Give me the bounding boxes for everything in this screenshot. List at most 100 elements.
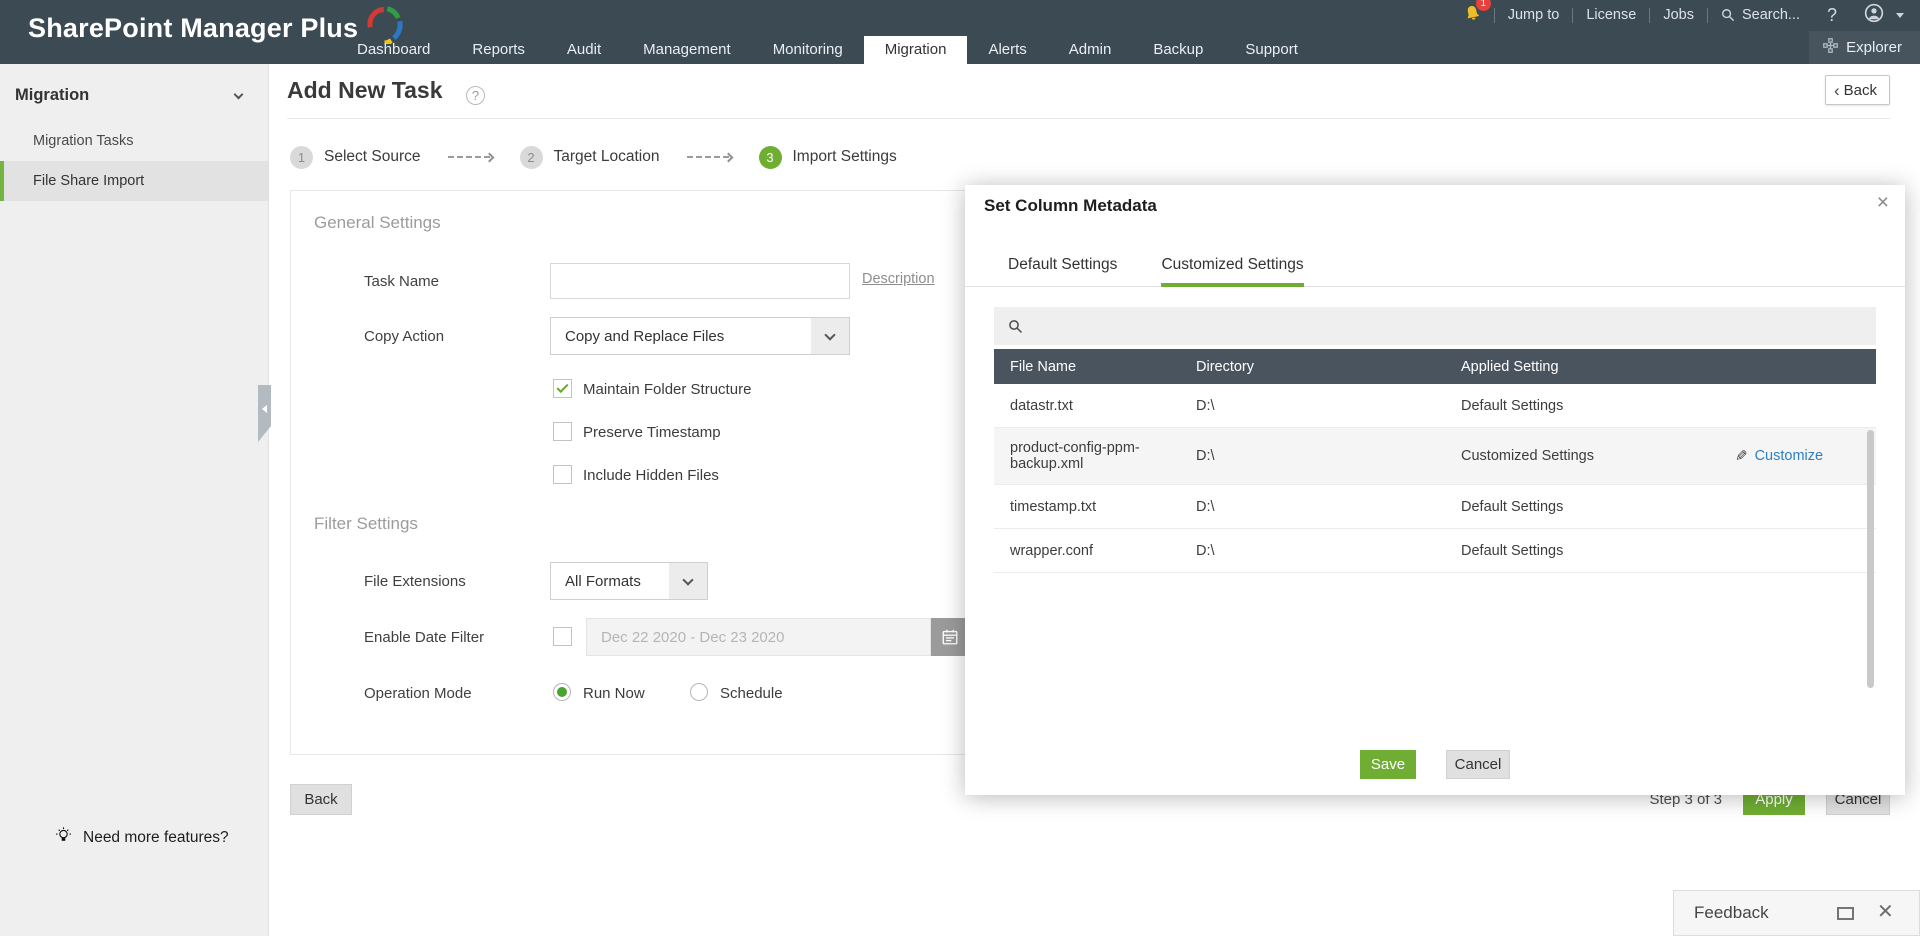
enable-date-filter-label: Enable Date Filter xyxy=(364,629,484,646)
radio-dot xyxy=(557,687,567,697)
back-button-top[interactable]: ‹ Back xyxy=(1825,75,1890,105)
user-account-menu[interactable] xyxy=(1851,3,1912,27)
description-link[interactable]: Description xyxy=(862,271,935,287)
step-label: Import Settings xyxy=(793,148,897,166)
sidebar-section-title: Migration xyxy=(15,86,89,105)
nav-admin[interactable]: Admin xyxy=(1048,36,1133,64)
enable-date-filter-checkbox[interactable] xyxy=(553,627,572,646)
nav-support[interactable]: Support xyxy=(1224,36,1319,64)
include-hidden-files-label: Include Hidden Files xyxy=(583,467,719,484)
dialog-cancel-button[interactable]: Cancel xyxy=(1446,750,1510,779)
maintain-folder-structure-label: Maintain Folder Structure xyxy=(583,381,751,398)
chevron-down-icon xyxy=(1896,13,1904,18)
cell-directory: D:\ xyxy=(1180,543,1445,559)
search-icon xyxy=(1721,8,1735,22)
dialog-title: Set Column Metadata xyxy=(984,196,1157,216)
dialog-footer: Save Cancel xyxy=(965,750,1905,779)
help-button[interactable]: ? xyxy=(1813,5,1851,26)
step-number: 1 xyxy=(290,146,313,169)
cell-file-name: wrapper.conf xyxy=(994,543,1180,559)
main-nav: Dashboard Reports Audit Management Monit… xyxy=(336,36,1319,64)
run-now-radio[interactable] xyxy=(553,683,571,701)
set-column-metadata-dialog: Set Column Metadata × Default Settings C… xyxy=(965,185,1905,795)
cell-file-name: timestamp.txt xyxy=(994,499,1180,515)
nav-audit[interactable]: Audit xyxy=(546,36,622,64)
search-input[interactable] xyxy=(1031,307,1876,345)
task-name-label: Task Name xyxy=(364,273,439,290)
need-more-features[interactable]: Need more features? xyxy=(0,826,268,850)
nav-reports[interactable]: Reports xyxy=(451,36,546,64)
nav-backup[interactable]: Backup xyxy=(1132,36,1224,64)
nav-migration[interactable]: Migration xyxy=(864,36,968,64)
search-label: Search... xyxy=(1742,7,1800,23)
feedback-widget: Feedback ✕ xyxy=(1673,890,1920,936)
jobs-menu[interactable]: Jobs xyxy=(1650,7,1707,23)
col-applied-setting: Applied Setting xyxy=(1445,359,1719,375)
back-button-bottom[interactable]: Back xyxy=(290,784,352,815)
copy-action-select[interactable]: Copy and Replace Files xyxy=(550,317,850,355)
cell-directory: D:\ xyxy=(1180,499,1445,515)
close-icon[interactable]: ✕ xyxy=(1877,899,1894,924)
cell-directory: D:\ xyxy=(1180,448,1445,464)
maximize-icon[interactable] xyxy=(1837,907,1854,920)
page-help-icon[interactable]: ? xyxy=(466,86,485,105)
page-title: Add New Task xyxy=(287,77,443,104)
lightbulb-icon xyxy=(55,826,72,850)
customize-link[interactable]: Customize xyxy=(1755,448,1824,464)
sidebar-item-migration-tasks[interactable]: Migration Tasks xyxy=(0,121,268,161)
table-row[interactable]: wrapper.conf D:\ Default Settings xyxy=(994,529,1876,573)
header-utilities: 1 Jump to License Jobs Search... ? xyxy=(1451,0,1912,30)
table-row[interactable]: datastr.txt D:\ Default Settings xyxy=(994,384,1876,428)
wizard-steps: 1 Select Source 2 Target Location 3 Impo… xyxy=(290,144,897,170)
tab-default-settings[interactable]: Default Settings xyxy=(1008,243,1117,286)
license-menu[interactable]: License xyxy=(1573,7,1649,23)
step-target-location: 2 Target Location xyxy=(520,146,660,169)
calendar-icon[interactable] xyxy=(931,618,968,656)
feedback-label: Feedback xyxy=(1694,903,1769,923)
include-hidden-files-checkbox[interactable] xyxy=(553,465,572,484)
explorer-button[interactable]: Explorer xyxy=(1809,31,1920,64)
explorer-icon xyxy=(1823,38,1838,57)
maintain-folder-structure-checkbox[interactable] xyxy=(553,379,572,398)
metadata-table: File Name Directory Applied Setting data… xyxy=(994,349,1876,573)
cell-directory: D:\ xyxy=(1180,398,1445,414)
close-icon[interactable]: × xyxy=(1877,191,1889,215)
chevron-down-icon xyxy=(669,563,707,599)
notifications-button[interactable]: 1 xyxy=(1451,4,1494,26)
schedule-radio[interactable] xyxy=(690,683,708,701)
table-search-bar[interactable] xyxy=(994,307,1876,345)
date-range-input: Dec 22 2020 - Dec 23 2020 xyxy=(586,618,931,656)
run-now-label: Run Now xyxy=(583,685,645,702)
step-number: 2 xyxy=(520,146,543,169)
table-row[interactable]: timestamp.txt D:\ Default Settings xyxy=(994,485,1876,529)
task-name-input[interactable] xyxy=(550,263,850,299)
pencil-icon: ✎ xyxy=(1735,447,1748,465)
save-button[interactable]: Save xyxy=(1360,750,1416,779)
nav-management[interactable]: Management xyxy=(622,36,752,64)
divider xyxy=(287,118,1890,119)
global-search[interactable]: Search... xyxy=(1708,7,1813,23)
sidebar-section-migration[interactable]: Migration xyxy=(0,64,268,121)
table-scrollbar[interactable] xyxy=(1867,430,1874,688)
file-extensions-select[interactable]: All Formats xyxy=(550,562,708,600)
nav-dashboard[interactable]: Dashboard xyxy=(336,36,451,64)
step-import-settings: 3 Import Settings xyxy=(759,146,897,169)
jump-to-menu[interactable]: Jump to xyxy=(1495,7,1573,23)
dialog-tabs: Default Settings Customized Settings xyxy=(965,243,1905,287)
preserve-timestamp-checkbox[interactable] xyxy=(553,422,572,441)
chevron-down-icon xyxy=(811,318,849,354)
sidebar-item-file-share-import[interactable]: File Share Import xyxy=(0,161,268,201)
filter-settings-title: Filter Settings xyxy=(314,514,418,534)
schedule-label: Schedule xyxy=(720,685,783,702)
nav-monitoring[interactable]: Monitoring xyxy=(752,36,864,64)
chevron-down-icon xyxy=(234,89,244,99)
cell-actions: ✎ Customize xyxy=(1719,447,1876,465)
sidebar: Migration Migration Tasks File Share Imp… xyxy=(0,64,269,936)
col-file-name: File Name xyxy=(994,359,1180,375)
tab-customized-settings[interactable]: Customized Settings xyxy=(1161,243,1303,286)
explorer-label: Explorer xyxy=(1846,39,1902,56)
table-row[interactable]: product-config-ppm-backup.xml D:\ Custom… xyxy=(994,428,1876,485)
cell-file-name: datastr.txt xyxy=(994,398,1180,414)
need-more-features-label: Need more features? xyxy=(83,829,229,847)
nav-alerts[interactable]: Alerts xyxy=(967,36,1047,64)
